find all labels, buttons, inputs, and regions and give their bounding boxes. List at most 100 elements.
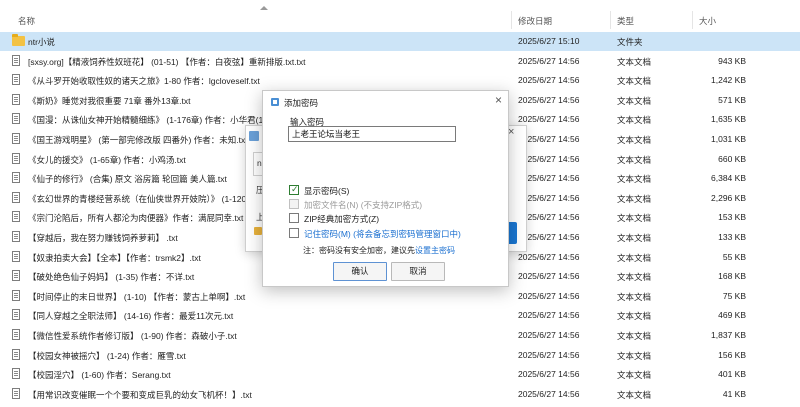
column-divider[interactable]	[692, 11, 693, 29]
file-size: 1,837 KB	[711, 330, 746, 340]
file-name: 《女儿的援交》 (1-65章) 作者：小鸡汤.txt	[28, 154, 186, 165]
file-date: 2025/6/27 14:56	[518, 271, 580, 282]
file-type: 文本文档	[617, 174, 652, 185]
file-name: 【破处绝色仙子妈妈】 (1-35) 作者：不详.txt	[28, 272, 195, 283]
text-file-icon	[12, 309, 20, 321]
show-password-label: 显示密码(S)	[304, 186, 350, 196]
file-size: 6,384 KB	[711, 173, 746, 184]
file-type: 文本文档	[617, 291, 652, 302]
text-file-icon	[12, 74, 20, 86]
file-name: 《玄幻世界的青楼经营系统（在仙侠世界开妓院）》 (1-120	[28, 193, 247, 204]
cancel-button[interactable]: 取消	[391, 262, 445, 281]
column-divider[interactable]	[511, 11, 512, 29]
file-type: 文本文档	[617, 389, 652, 400]
file-date: 2025/6/27 14:56	[518, 330, 580, 340]
file-name: 【奴隶拍卖大会】【全本】【作者：trsmk2】.txt	[28, 252, 201, 263]
file-size: 168 KB	[718, 271, 746, 282]
remember-password-note: (将会备忘到密码管理窗口中)	[353, 229, 461, 239]
file-type: 文本文档	[617, 154, 652, 165]
file-name: 【用常识改变催眠一个个要和变成巨乳的幼女飞机杯！】.txt	[28, 389, 252, 400]
security-note-text: 注：密码没有安全加密，建议先	[303, 246, 415, 255]
file-name: 【微信性爱系统作者修订版】 (1-90) 作者：森破小子.txt	[28, 331, 237, 341]
file-row[interactable]: [sxsy.org]【精液饲养性奴班花】 (01-51) 【作者：白夜弦】重新排…	[0, 52, 800, 71]
file-name: 《从斗罗开始收取性奴的诸天之旅》1-80 作者：lgcloveself.txt	[28, 76, 260, 87]
file-row[interactable]: 【同人穿越之全职法师】 (14-16) 作者：最爱11次元.txt 2025/6/…	[0, 306, 800, 325]
file-name: 【同人穿越之全职法师】 (14-16) 作者：最爱11次元.txt	[28, 311, 234, 322]
file-size: 1,031 KB	[711, 134, 746, 144]
text-file-icon	[12, 191, 20, 203]
text-file-icon	[12, 387, 20, 399]
file-row[interactable]: 【微信性爱系统作者修订版】 (1-90) 作者：森破小子.txt 2025/6/2…	[0, 326, 800, 345]
column-type[interactable]: 类型	[617, 15, 634, 27]
file-date: 2025/6/27 14:56	[518, 55, 580, 66]
text-file-icon	[12, 113, 20, 125]
file-type: 文本文档	[617, 95, 652, 106]
file-name: 【穿越后，我在努力赚钱饲养萝莉】 .txt	[28, 233, 178, 243]
file-size: 55 KB	[722, 251, 746, 262]
file-type: 文本文档	[617, 115, 652, 126]
close-button[interactable]: ×	[495, 93, 502, 107]
file-size: 660 KB	[718, 153, 746, 164]
remember-password-label: 记住密码(M)	[304, 229, 351, 239]
dialog-title: 添加密码	[284, 98, 319, 108]
add-password-dialog: 添加密码 × 输入密码 显示密码(S) 加密文件名(N) (不支持ZIP格式) …	[262, 90, 509, 287]
file-size: 401 KB	[718, 369, 746, 380]
file-type: 文本文档	[617, 213, 652, 224]
file-type: 文本文档	[617, 233, 652, 243]
file-date: 2025/6/27 14:56	[518, 310, 580, 321]
file-size: 571 KB	[718, 94, 746, 105]
text-file-icon	[12, 133, 20, 144]
file-date: 2025/6/27 14:56	[518, 75, 580, 86]
file-date: 2025/6/27 14:56	[518, 388, 580, 399]
file-date: 2025/6/27 15:10	[518, 36, 580, 46]
file-size: 469 KB	[718, 310, 746, 321]
column-name[interactable]: 名称	[18, 15, 35, 27]
file-row[interactable]: 《从斗罗开始收取性奴的诸天之旅》1-80 作者：lgcloveself.txt 2…	[0, 71, 800, 90]
text-file-icon	[12, 368, 20, 380]
text-file-icon	[12, 270, 20, 282]
encrypt-filename-checkbox[interactable]	[289, 199, 299, 209]
text-file-icon	[12, 348, 20, 360]
lock-icon	[254, 227, 262, 235]
file-type: 文本文档	[617, 193, 652, 204]
file-type: 文本文档	[617, 350, 652, 361]
file-size: 75 KB	[722, 290, 746, 301]
file-date: 2025/6/27 14:56	[518, 153, 580, 164]
security-note: 注：密码没有安全加密，建议先设置主密码	[303, 245, 455, 256]
file-size: 153 KB	[718, 212, 746, 223]
file-row[interactable]: 【用常识改变催眠一个个要和变成巨乳的幼女飞机杯！】.txt 2025/6/27 1…	[0, 385, 800, 404]
folder-row[interactable]: ntr小说 2025/6/27 15:10 文件夹	[0, 32, 800, 51]
text-file-icon	[12, 93, 20, 105]
text-file-icon	[12, 250, 20, 262]
set-master-password-link[interactable]: 设置主密码	[415, 246, 455, 255]
file-size: 41 KB	[722, 388, 746, 399]
show-password-checkbox[interactable]	[289, 184, 299, 195]
file-name: 【校园女神被摇穴】 (1-24) 作者：雁雪.txt	[28, 350, 186, 361]
file-row[interactable]: 【时间停止的末日世界】 (1-10) 【作者：蒙古上单啊】.txt 2025/6/…	[0, 287, 800, 306]
file-date: 2025/6/27 14:56	[518, 94, 580, 105]
column-size[interactable]: 大小	[699, 15, 716, 27]
file-type: 文本文档	[617, 272, 652, 283]
password-input[interactable]	[288, 126, 456, 142]
encrypt-filename-label: 加密文件名(N)	[304, 200, 359, 210]
column-date[interactable]: 修改日期	[518, 15, 552, 27]
file-date: 2025/6/27 14:56	[518, 173, 580, 184]
confirm-button[interactable]: 确认	[333, 262, 387, 281]
file-name: 《宗门沦陷后，所有人都沦为肉便器》作者：满屁同幸.txt	[28, 213, 244, 224]
file-name: 《仙子的修行》 (合集) 原文 浴房篇 轮回篇 美人篇.txt	[28, 174, 227, 185]
file-row[interactable]: 【校园女神被摇穴】 (1-24) 作者：雁雪.txt 2025/6/27 14:5…	[0, 346, 800, 365]
file-size: 1,242 KB	[711, 75, 746, 86]
file-date: 2025/6/27 14:56	[518, 134, 580, 144]
zip-classic-label: ZIP经典加密方式(Z)	[304, 214, 380, 224]
text-file-icon	[12, 289, 20, 301]
remember-password-checkbox[interactable]	[289, 228, 299, 238]
file-name: 《国王游戏明星》 (第一部完修改版 四番外) 作者：未知.txt	[28, 135, 248, 145]
column-divider[interactable]	[610, 11, 611, 29]
sort-ascending-icon[interactable]	[260, 6, 268, 10]
archive-icon	[249, 131, 259, 141]
file-row[interactable]: 【校园淫穴】 (1-60) 作者：Serang.txt 2025/6/27 14:…	[0, 365, 800, 384]
file-type: 文本文档	[617, 311, 652, 322]
file-name: 【校园淫穴】 (1-60) 作者：Serang.txt	[28, 370, 171, 381]
file-size: 133 KB	[718, 232, 746, 242]
zip-classic-checkbox[interactable]	[289, 213, 299, 223]
